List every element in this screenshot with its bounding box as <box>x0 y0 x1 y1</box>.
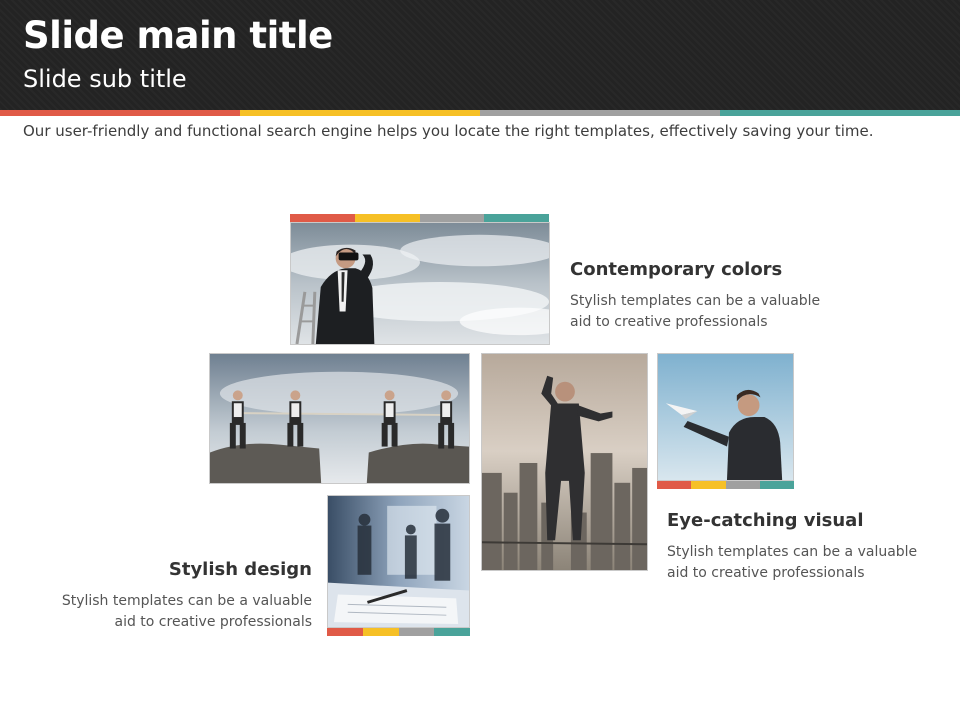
feature-text-line: Stylish templates can be a valuable <box>61 593 312 609</box>
photo-bottom-color-stripe <box>327 628 470 636</box>
slide-main-title: Slide main title <box>23 14 333 57</box>
feature-text-stylish-design: Stylish templates can be a valuable aid … <box>40 591 312 633</box>
photo-top-color-stripe <box>290 214 549 222</box>
feature-title-eye-catching-visual: Eye-catching visual <box>667 510 864 531</box>
feature-text-eye-catching-visual: Stylish templates can be a valuable aid … <box>667 542 917 584</box>
feature-text-line: aid to creative professionals <box>570 314 768 330</box>
photo-paper-plane <box>657 353 794 481</box>
feature-text-line: aid to creative professionals <box>667 565 865 581</box>
feature-text-contemporary-colors: Stylish templates can be a valuable aid … <box>570 291 820 333</box>
feature-text-line: Stylish templates can be a valuable <box>667 544 918 560</box>
photo-right-color-stripe <box>657 481 794 489</box>
slide-header: Slide main title Slide sub title <box>0 0 960 110</box>
feature-title-contemporary-colors: Contemporary colors <box>570 259 783 280</box>
feature-text-line: aid to creative professionals <box>114 614 313 630</box>
slide-sub-title: Slide sub title <box>23 65 187 93</box>
photo-tug-of-war <box>209 353 470 484</box>
photo-tightrope-walker <box>481 353 648 571</box>
slide-description: Our user-friendly and functional search … <box>23 122 874 140</box>
photo-businessman-binoculars <box>290 222 550 345</box>
header-color-stripe <box>0 110 960 116</box>
photo-contract-meeting <box>327 495 470 628</box>
feature-title-stylish-design: Stylish design <box>168 559 312 580</box>
feature-text-line: Stylish templates can be a valuable <box>570 293 821 309</box>
